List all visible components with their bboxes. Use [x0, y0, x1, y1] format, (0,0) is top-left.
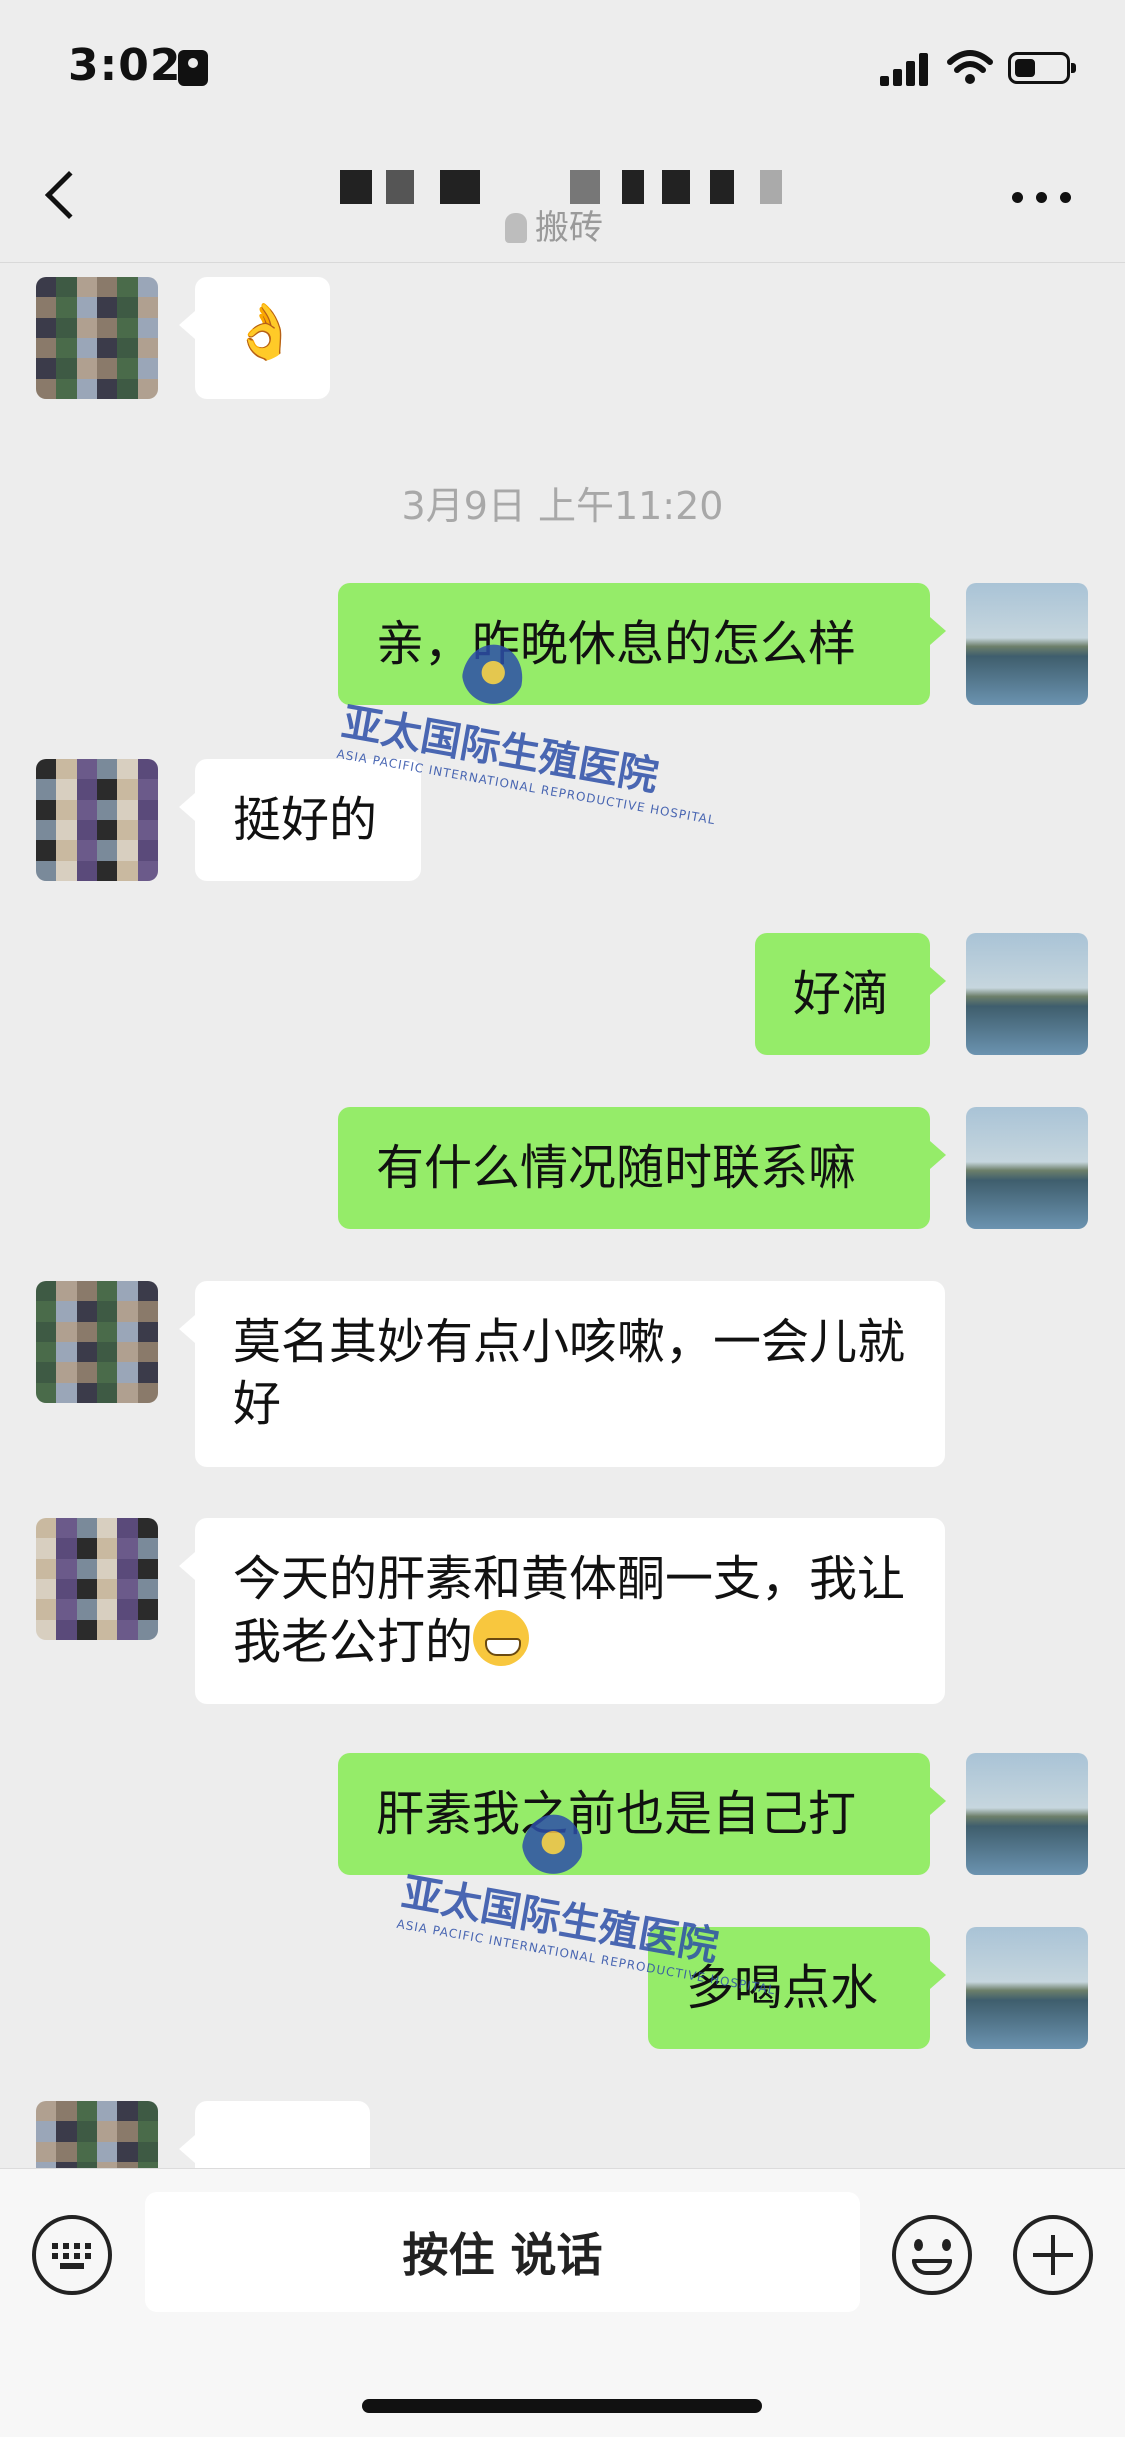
- message-bubble-outgoing[interactable]: 亲，昨晚休息的怎么样: [338, 583, 946, 705]
- message-bubble-outgoing[interactable]: 肝素我之前也是自己打: [338, 1753, 946, 1875]
- my-avatar[interactable]: [966, 933, 1088, 1055]
- message-bubble-incoming[interactable]: 今天的肝素和黄体酮一支，我让我老公打的: [179, 1518, 945, 1704]
- input-bar: 按住 说话: [0, 2168, 1125, 2437]
- emoji-icon[interactable]: [892, 2215, 972, 2295]
- my-avatar[interactable]: [966, 583, 1088, 705]
- my-avatar[interactable]: [966, 1107, 1088, 1229]
- message-text: 👌: [231, 300, 299, 363]
- contact-avatar[interactable]: [36, 277, 158, 399]
- back-icon[interactable]: [44, 170, 94, 220]
- message-text: 挺好的: [233, 792, 378, 848]
- avatar-mosaic: [36, 1281, 158, 1403]
- message-bubble-outgoing[interactable]: 多喝点水: [648, 1927, 946, 2049]
- hold-to-talk-button[interactable]: 按住 说话: [145, 2192, 860, 2312]
- my-avatar[interactable]: [966, 1927, 1088, 2049]
- message-bubble-incoming[interactable]: 👌: [179, 277, 330, 399]
- home-indicator: [362, 2399, 762, 2413]
- message-bubble-incoming-partial[interactable]: [179, 2101, 370, 2168]
- status-bar: 3:02: [0, 0, 1125, 140]
- keyboard-toggle-icon[interactable]: [32, 2215, 112, 2295]
- avatar-mosaic: [36, 759, 158, 881]
- message-text: 莫名其妙有点小咳嗽，一会儿就好: [233, 1314, 906, 1432]
- more-options-icon[interactable]: [1012, 192, 1072, 204]
- contact-avatar[interactable]: [36, 2101, 158, 2168]
- message-bubble-outgoing[interactable]: 好滴: [755, 933, 946, 1055]
- message-bubble-incoming[interactable]: 挺好的: [179, 759, 421, 881]
- subtitle-figure-icon: [505, 213, 527, 243]
- my-avatar[interactable]: [966, 1753, 1088, 1875]
- wifi-icon: [947, 50, 993, 84]
- grinning-face-icon: [473, 1610, 530, 1666]
- message-text: 肝素我之前也是自己打: [376, 1786, 857, 1842]
- contact-subtitle: 搬砖: [505, 200, 603, 249]
- message-bubble-outgoing[interactable]: 有什么情况随时联系嘛: [338, 1107, 946, 1229]
- chat-header: 搬砖: [0, 140, 1125, 263]
- message-text: 有什么情况随时联系嘛: [376, 1140, 857, 1196]
- avatar-mosaic: [36, 1518, 158, 1640]
- contact-avatar[interactable]: [36, 759, 158, 881]
- chat-messages[interactable]: 👌 3月9日 上午11:20 亲，昨晚休息的怎么样 挺好的 好滴 有什么情况随时…: [0, 263, 1125, 2168]
- plus-icon[interactable]: [1013, 2215, 1093, 2295]
- message-text: 亲，昨晚休息的怎么样: [376, 616, 857, 672]
- cellular-signal-icon: [880, 52, 928, 86]
- message-text: 今天的肝素和黄体酮一支，我让我老公打的: [233, 1551, 906, 1670]
- message-text: 好滴: [793, 966, 890, 1022]
- contact-avatar[interactable]: [36, 1281, 158, 1403]
- battery-icon: [1008, 52, 1076, 84]
- avatar-mosaic: [36, 277, 158, 399]
- message-text: 多喝点水: [686, 1960, 879, 2016]
- message-timestamp: 3月9日 上午11:20: [401, 484, 724, 528]
- status-time: 3:02: [68, 40, 182, 91]
- battery-level: [1015, 59, 1035, 77]
- avatar-mosaic: [36, 2101, 158, 2168]
- message-bubble-incoming[interactable]: 莫名其妙有点小咳嗽，一会儿就好: [179, 1281, 945, 1467]
- contact-card-icon: [178, 50, 208, 86]
- subtitle-text: 搬砖: [535, 208, 603, 248]
- contact-avatar[interactable]: [36, 1518, 158, 1640]
